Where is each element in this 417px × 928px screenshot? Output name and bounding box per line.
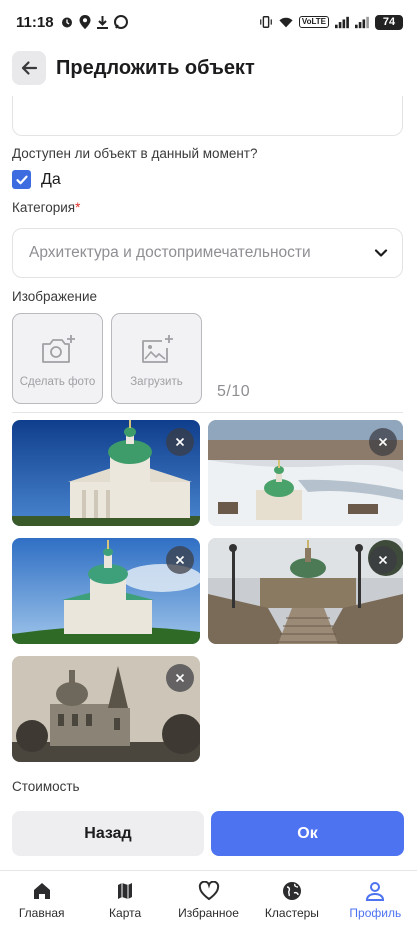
close-icon [175,673,185,683]
home-icon [33,883,50,899]
page-title: Предложить объект [56,56,255,79]
upload-label: Загрузить [130,376,183,388]
close-icon [378,437,388,447]
remove-photo-button[interactable] [166,428,194,456]
availability-option-label: Да [41,170,61,188]
close-icon [175,555,185,565]
nav-item-profile[interactable]: Профиль [334,871,417,928]
app-header: Предложить объект [0,44,417,92]
checkmark-icon [15,175,28,184]
nav-item-clusters[interactable]: Кластеры [250,871,333,928]
nav-item-home[interactable]: Главная [0,871,83,928]
photo-thumbnail[interactable] [12,538,200,644]
category-label: Категория* [12,200,81,215]
wifi-icon [279,15,293,29]
photo-thumbnail[interactable] [208,538,403,644]
image-plus-icon [141,335,173,363]
category-select[interactable]: Архитектура и достопримечательности [12,228,403,278]
alarm-icon [60,15,74,29]
photo-thumbnail[interactable] [208,420,403,526]
image-counter: 5/10 [217,383,251,400]
battery-indicator: 74 [375,14,403,30]
camera-plus-icon [41,335,75,363]
download-icon [96,15,110,29]
map-icon [118,883,133,899]
chevron-down-icon [374,249,388,257]
signal-icon-2 [355,15,369,29]
take-photo-button[interactable]: Сделать фото [12,313,103,404]
ok-button[interactable]: Ок [211,811,404,856]
close-icon [378,555,388,565]
vibrate-icon [259,15,273,29]
nav-label-favorites: Избранное [178,906,239,920]
availability-checkbox[interactable] [12,170,31,189]
nav-label-profile: Профиль [349,906,402,920]
profile-icon [366,882,385,901]
image-label: Изображение [12,289,98,304]
take-photo-label: Сделать фото [19,376,96,388]
photo-thumbnail[interactable] [12,656,200,762]
status-bar: 11:18 VoLTE 74 [0,0,417,44]
nav-item-map[interactable]: Карта [83,871,166,928]
nav-label-clusters: Кластеры [264,906,319,920]
volte-badge: VoLTE [298,16,329,28]
divider [12,412,403,413]
status-time: 11:18 [16,13,54,31]
arrow-left-icon [21,61,38,75]
back-arrow-button[interactable] [12,51,46,85]
globe-icon [282,882,301,900]
location-icon [78,15,92,29]
availability-checkbox-row[interactable]: Да [12,170,61,189]
previous-input-field[interactable] [12,96,403,136]
category-select-value: Архитектура и достопримечательности [29,244,311,261]
remove-photo-button[interactable] [369,546,397,574]
chat-icon [113,15,128,29]
signal-icon [335,15,349,29]
form-content[interactable]: Доступен ли объект в данный момент? Да К… [0,92,417,802]
close-icon [175,437,185,447]
upload-image-button[interactable]: Загрузить [111,313,202,404]
back-button[interactable]: Назад [12,811,204,856]
availability-question: Доступен ли объект в данный момент? [12,146,258,161]
photo-thumbnail[interactable] [12,420,200,526]
remove-photo-button[interactable] [166,664,194,692]
nav-label-map: Карта [109,906,142,920]
cost-label: Стоимость [12,779,80,794]
remove-photo-button[interactable] [369,428,397,456]
heart-icon [198,881,219,901]
nav-label-home: Главная [18,906,65,920]
bottom-navigation: Главная Карта Избранное Кластеры Профиль [0,870,417,928]
nav-item-favorites[interactable]: Избранное [167,871,250,928]
remove-photo-button[interactable] [166,546,194,574]
required-mark: * [75,200,81,215]
